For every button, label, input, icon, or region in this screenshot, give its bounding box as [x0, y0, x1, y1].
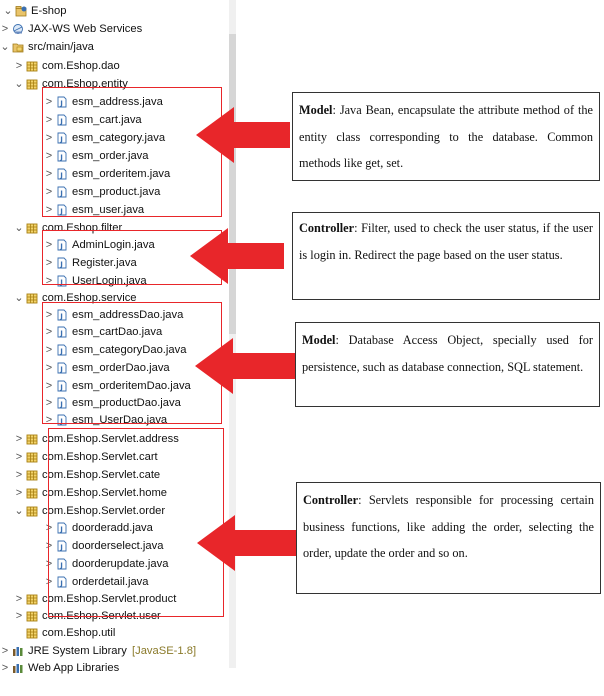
tree-row-label: Web App Libraries [28, 662, 120, 674]
tree-row[interactable]: > Web App Libraries [0, 659, 226, 677]
controller-filter-note: Controller: Filter, used to check the us… [292, 212, 600, 300]
tree-row[interactable]: > JRE System Library [JavaSE-1.8] [0, 642, 226, 660]
package-icon [26, 610, 38, 622]
chevron-right-icon[interactable]: > [14, 484, 24, 502]
note-title: Controller [299, 221, 355, 235]
arrow-left-icon [195, 338, 297, 394]
chevron-right-icon[interactable]: > [14, 607, 24, 625]
chevron-right-icon[interactable]: > [14, 57, 24, 75]
chevron-right-icon[interactable]: > [14, 448, 24, 466]
chevron-down-icon[interactable]: ⌄ [14, 289, 24, 307]
arrow-left-icon [197, 515, 297, 571]
chevron-down-icon[interactable]: ⌄ [14, 219, 24, 237]
tree-row[interactable]: ⌄ src/main/java [0, 38, 226, 56]
package-icon [26, 222, 38, 234]
tree-row-label: src/main/java [28, 41, 94, 53]
note-text: : Database Access Object, specially used… [302, 333, 593, 374]
chevron-down-icon[interactable]: ⌄ [14, 502, 24, 520]
package-icon [26, 60, 38, 72]
tree-row-decoration: [JavaSE-1.8] [132, 645, 197, 657]
chevron-right-icon[interactable]: > [14, 430, 24, 448]
arrow-left-icon [190, 228, 284, 284]
entity-group-highlight [42, 87, 222, 217]
library-icon [12, 645, 24, 657]
package-icon [26, 627, 38, 639]
chevron-right-icon[interactable]: > [0, 659, 10, 677]
tree-row-label: com.Eshop.dao [42, 60, 120, 72]
chevron-down-icon[interactable]: ⌄ [14, 75, 24, 93]
model-entity-note: Model: Java Bean, encapsulate the attrib… [292, 92, 600, 181]
project-icon [15, 6, 27, 17]
package-icon [26, 593, 38, 605]
tree-scrollbar-thumb[interactable] [229, 34, 236, 334]
chevron-down-icon[interactable]: ⌄ [3, 2, 13, 20]
tree-row-label: JRE System Library [28, 645, 127, 657]
package-icon [26, 451, 38, 463]
package-icon [26, 487, 38, 499]
web-service-icon [12, 23, 24, 35]
tree-row[interactable]: com.Eshop.util [0, 624, 226, 642]
tree-row-label: com.Eshop.util [42, 627, 116, 639]
chevron-right-icon[interactable]: > [0, 20, 10, 38]
controller-servlet-note: Controller: Servlets responsible for pro… [296, 482, 601, 594]
source-folder-icon [12, 41, 24, 53]
package-icon [26, 505, 38, 517]
project-label: E-shop [31, 5, 67, 17]
tree-row-project[interactable]: ⌄ E-shop [0, 2, 220, 20]
chevron-down-icon[interactable]: ⌄ [0, 38, 10, 56]
package-icon [26, 433, 38, 445]
chevron-right-icon[interactable]: > [14, 466, 24, 484]
note-title: Controller [303, 493, 359, 507]
tree-row[interactable]: > JAX-WS Web Services [0, 20, 226, 38]
chevron-right-icon[interactable]: > [0, 642, 10, 660]
package-icon [26, 292, 38, 304]
package-icon [26, 469, 38, 481]
note-title: Model [299, 103, 333, 117]
library-icon [12, 662, 24, 674]
note-text: : Java Bean, encapsulate the attribute m… [299, 103, 593, 170]
arrow-left-icon [196, 107, 290, 163]
model-dao-note: Model: Database Access Object, specially… [295, 322, 600, 407]
package-icon [26, 78, 38, 90]
tree-row-label: JAX-WS Web Services [28, 23, 143, 35]
chevron-right-icon[interactable]: > [14, 590, 24, 608]
tree-row[interactable]: > com.Eshop.dao [0, 57, 226, 75]
note-title: Model [302, 333, 336, 347]
